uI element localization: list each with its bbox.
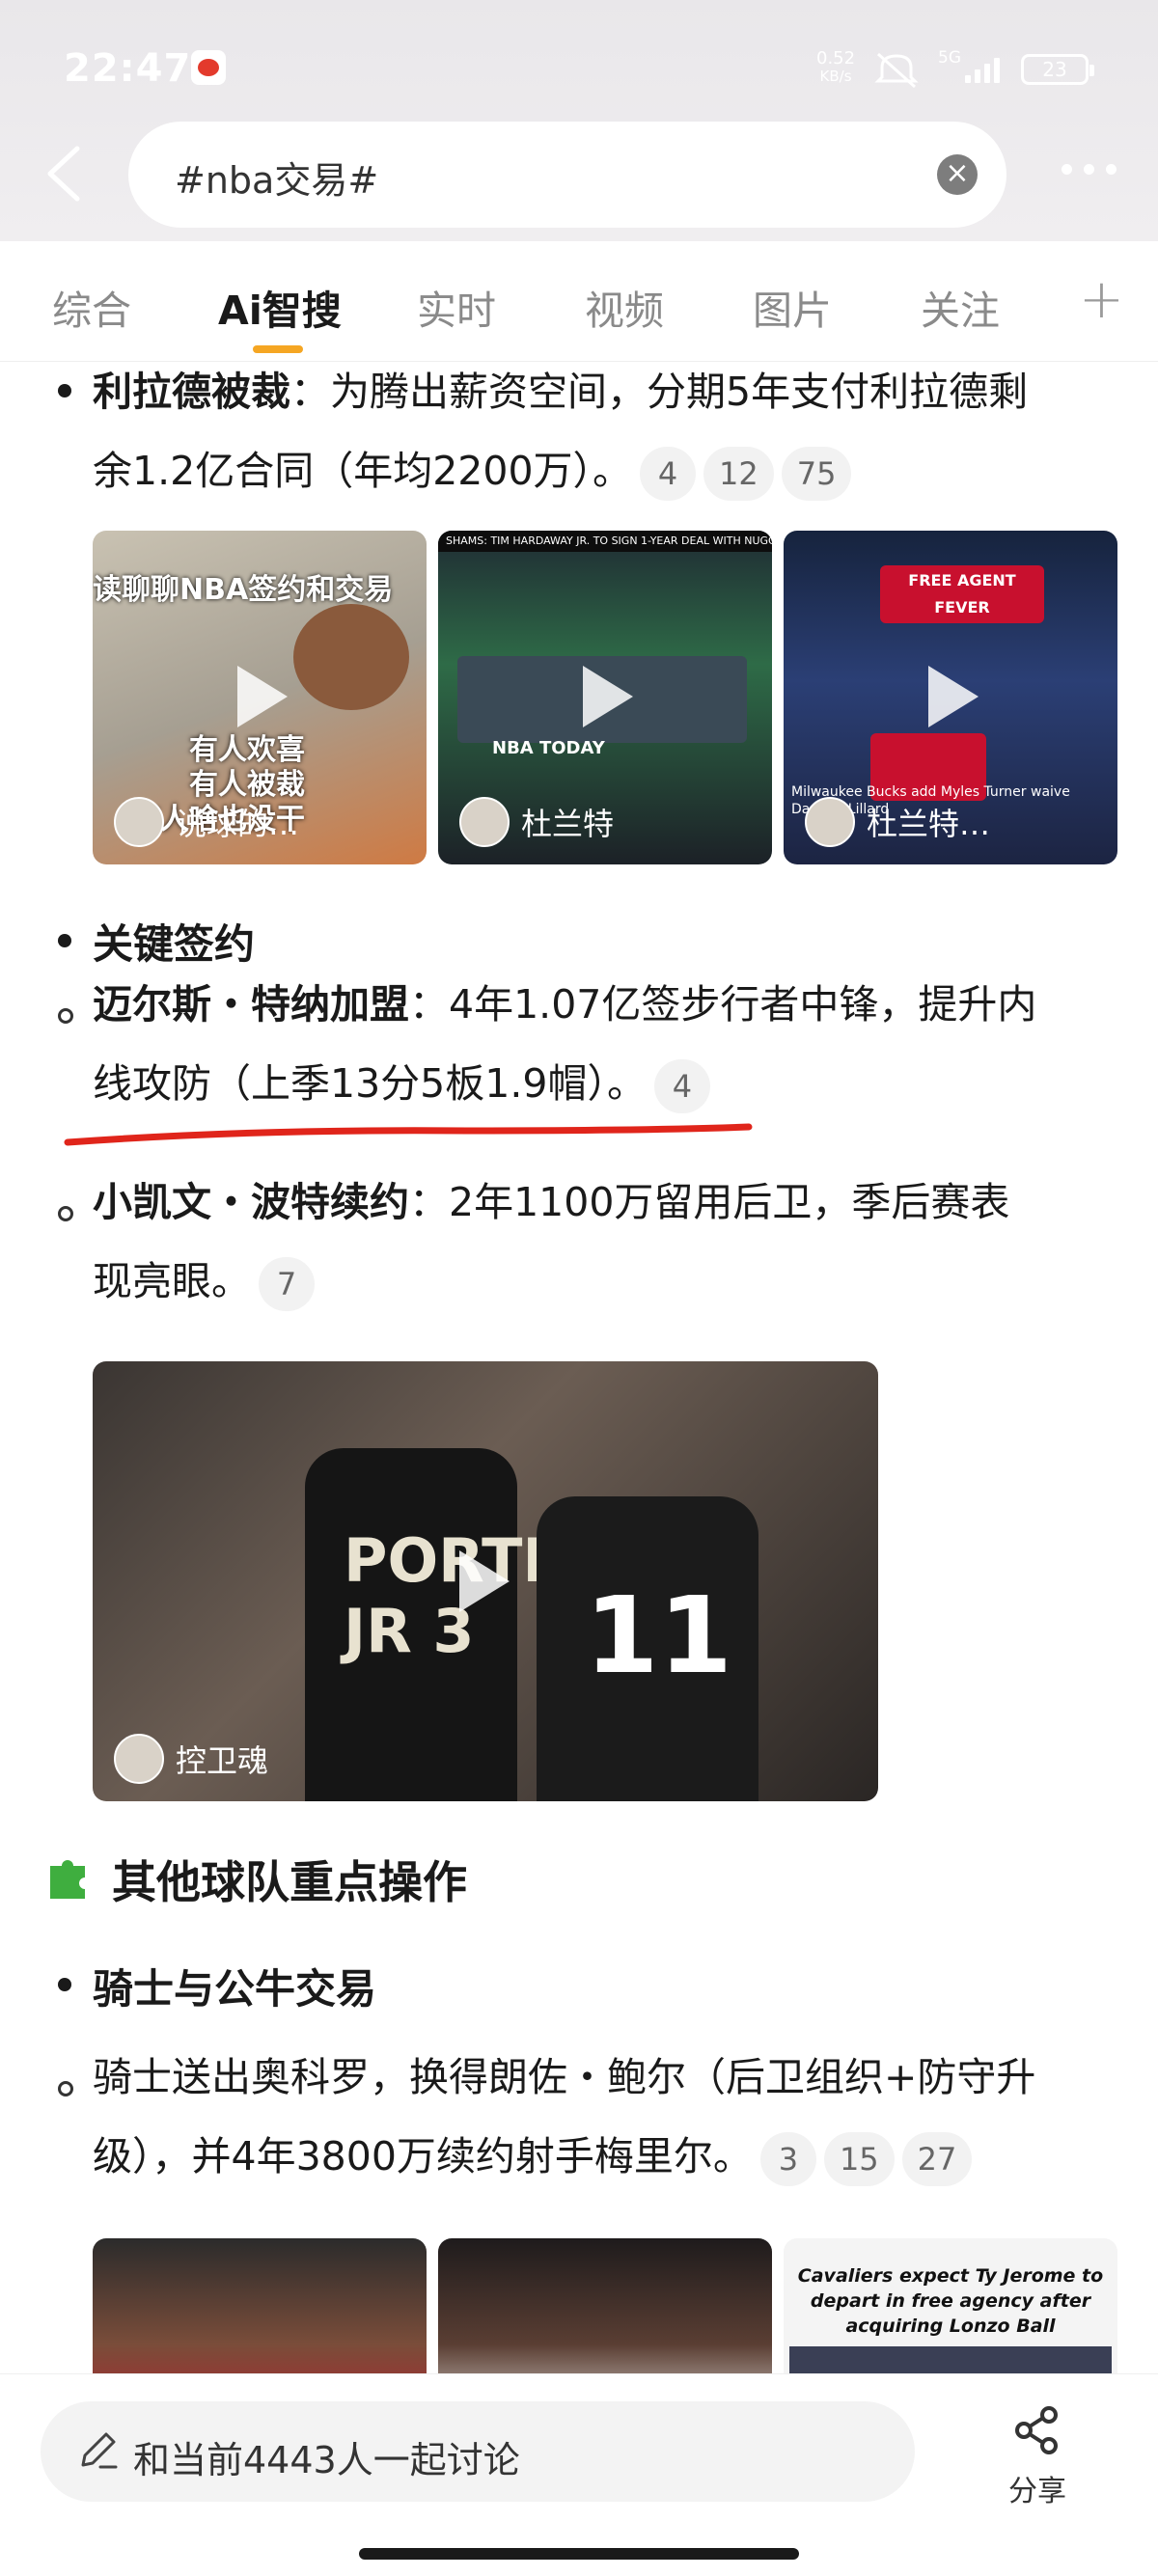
image-caption: Cavaliers expect Ty Jerome to depart in … [797, 2265, 1104, 2337]
item-cavs-trade-text: 骑士送出奥科罗，换得朗佐・鲍尔（后卫组织+防守升 [93, 2054, 1036, 2100]
image-photo [789, 2346, 1112, 2373]
tab-images[interactable]: 图片 [753, 278, 832, 336]
item-lillard-text: ：为腾出薪资空间，分期5年支付利拉德剩 [290, 369, 1029, 415]
video-caption: FREE AGENT FEVER [880, 565, 1044, 623]
subsection-cavs-bulls: 骑士与公牛交易 [93, 1965, 377, 2013]
search-query: #nba交易# [175, 159, 379, 202]
tab-realtime[interactable]: 实时 [417, 278, 496, 336]
person-silhouette [293, 604, 409, 710]
pencil-icon [81, 2432, 118, 2469]
bullet-dot [58, 934, 71, 947]
back-arrow-icon[interactable] [39, 143, 89, 205]
image-thumbnail[interactable] [438, 2238, 772, 2373]
show-title: NBA TODAY [492, 738, 605, 758]
ref-badge[interactable]: 4 [653, 1059, 710, 1113]
play-icon[interactable] [237, 666, 288, 727]
tab-video[interactable]: 视频 [585, 278, 664, 336]
avatar [805, 797, 855, 847]
ref-badge[interactable]: 12 [703, 447, 774, 501]
item-lillard-text-2: 余1.2亿合同（年均2200万）。 [93, 448, 633, 494]
tab-ai-search[interactable]: Ai智搜 [218, 278, 342, 336]
image-thumbnail[interactable]: Cavaliers expect Ty Jerome to depart in … [784, 2238, 1117, 2373]
item-porter-text: ：2年1100万留用后卫，季后赛表 [409, 1179, 1010, 1225]
player-right: 11 [537, 1496, 758, 1801]
network-speed-value: 0.52 [816, 48, 856, 69]
ref-badge[interactable]: 15 [823, 2132, 895, 2186]
video-caption: 读聊聊NBA签约和交易 [93, 573, 394, 607]
item-cavs-trade-text-2: 级），并4年3800万续约射手梅里尔。 [93, 2133, 753, 2179]
search-input[interactable]: #nba交易# × [128, 122, 1006, 228]
ref-badge[interactable]: 3 [759, 2132, 816, 2186]
share-button[interactable]: 分享 [994, 2403, 1081, 2509]
weibo-notification-icon [191, 50, 226, 85]
item-turner: 迈尔斯・特纳加盟：4年1.07亿签步行者中锋，提升内 线攻防（上季13分5板1.… [93, 965, 1135, 1123]
ref-badge[interactable]: 27 [901, 2132, 973, 2186]
handwritten-underline [64, 1123, 753, 1146]
add-tab-icon[interactable]: + [1079, 268, 1124, 331]
battery-level: 23 [1042, 58, 1067, 81]
item-cavs-trade: 骑士送出奥科罗，换得朗佐・鲍尔（后卫组织+防守升 级），并4年3800万续约射手… [93, 2038, 1144, 2196]
tab-comprehensive[interactable]: 综合 [52, 278, 131, 336]
share-icon [1015, 2406, 1058, 2454]
avatar [114, 797, 164, 847]
ref-badge[interactable]: 4 [640, 447, 697, 501]
item-turner-text-2: 线攻防（上季13分5板1.9帽）。 [93, 1060, 647, 1107]
avatar [459, 797, 510, 847]
item-turner-title: 迈尔斯・特纳加盟 [93, 981, 409, 1028]
share-label: 分享 [1008, 2475, 1066, 2508]
sub-bullet [58, 1008, 73, 1024]
video-thumbnail[interactable]: FREE AGENT FEVER Milwaukee Bucks add Myl… [784, 531, 1117, 864]
sub-bullet [58, 2081, 73, 2096]
video-thumbnail[interactable]: 读聊聊NBA签约和交易 有人欢喜 有人被裁 有人啥也没干 说球的… [93, 531, 427, 864]
item-porter: 小凯文・波特续约：2年1100万留用后卫，季后赛表 现亮眼。 7 [93, 1163, 1135, 1321]
video-thumbnail[interactable]: SHAMS: TIM HARDAWAY JR. TO SIGN 1-YEAR D… [438, 531, 772, 864]
signal-icon: 5G [938, 48, 1007, 89]
section-other-teams: 其他球队重点操作 [112, 1856, 467, 1908]
discussion-placeholder: 和当前4443人一起讨论 [133, 2439, 520, 2481]
signal-label: 5G [938, 48, 961, 68]
more-options-icon[interactable] [1062, 164, 1117, 175]
bottom-bar: 和当前4443人一起讨论 分享 [0, 2373, 1158, 2576]
tab-bar: 综合 Ai智搜 实时 视频 图片 关注 + [0, 241, 1158, 362]
play-icon[interactable] [583, 666, 633, 727]
play-icon[interactable] [459, 1550, 510, 1612]
item-porter-text-2: 现亮眼。 [93, 1258, 251, 1304]
play-icon[interactable] [928, 666, 979, 727]
tab-follow[interactable]: 关注 [921, 278, 1000, 336]
battery-icon: 23 [1021, 54, 1094, 85]
clear-icon[interactable]: × [937, 154, 978, 195]
item-lillard: 利拉德被裁：为腾出薪资空间，分期5年支付利拉德剩 余1.2亿合同（年均2200万… [93, 362, 1135, 510]
discussion-input[interactable]: 和当前4443人一起讨论 [41, 2401, 915, 2502]
video-author[interactable]: 杜兰特… [805, 797, 990, 847]
bullet-dot [58, 384, 71, 397]
video-author[interactable]: 说球的… [114, 797, 299, 847]
active-tab-indicator [253, 345, 303, 353]
puzzle-icon [42, 1849, 96, 1903]
item-turner-text: ：4年1.07亿签步行者中锋，提升内 [409, 981, 1037, 1028]
video-author[interactable]: 控卫魂 [114, 1734, 268, 1784]
sub-bullet [58, 1206, 73, 1221]
ref-badge[interactable]: 75 [781, 447, 852, 501]
video-thumbnail-large[interactable]: PORTER JR 3 11 控卫魂 [93, 1361, 878, 1801]
image-thumbnail[interactable] [93, 2238, 427, 2373]
avatar [114, 1734, 164, 1784]
search-results: 利拉德被裁：为腾出薪资空间，分期5年支付利拉德剩 余1.2亿合同（年均2200万… [0, 362, 1158, 2373]
item-porter-title: 小凯文・波特续约 [93, 1179, 409, 1225]
ref-badge[interactable]: 7 [259, 1257, 315, 1311]
status-bar: 22:47 0.52 KB/s 5G 23 [0, 0, 1158, 125]
item-lillard-title: 利拉德被裁 [93, 369, 290, 415]
player-left: PORTER JR 3 [305, 1448, 610, 1801]
video-author[interactable]: 杜兰特 [459, 797, 614, 847]
mute-icon [874, 52, 919, 89]
video-caption: SHAMS: TIM HARDAWAY JR. TO SIGN 1-YEAR D… [438, 531, 772, 552]
home-indicator[interactable] [359, 2548, 799, 2560]
section-key-signings: 关键签约 [93, 920, 256, 968]
bullet-dot [58, 1978, 71, 1991]
network-speed-unit: KB/s [819, 68, 852, 85]
network-speed: 0.52 KB/s [816, 48, 856, 86]
clock: 22:47 [64, 46, 192, 91]
